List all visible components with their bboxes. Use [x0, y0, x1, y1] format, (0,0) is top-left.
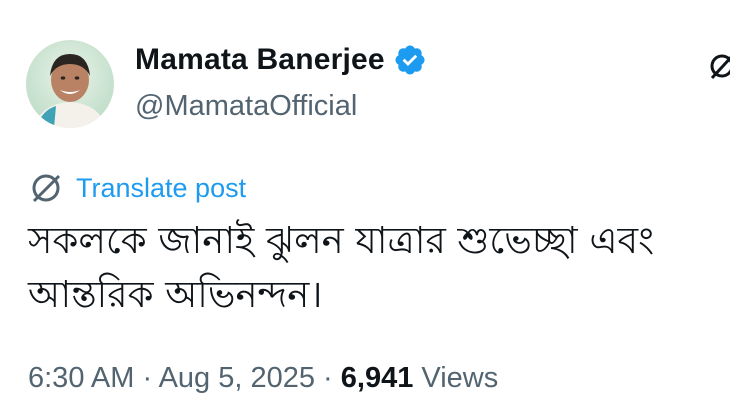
translate-post-label: Translate post — [76, 172, 247, 203]
post-meta: 6:30 AM · Aug 5, 2025 · 6,941 Views — [28, 362, 498, 395]
post-time[interactable]: 6:30 AM — [28, 362, 134, 394]
avatar-image — [26, 40, 114, 128]
verified-badge-icon — [395, 45, 425, 75]
globe-translate-icon — [32, 174, 61, 203]
translate-post-button[interactable]: Translate post — [28, 170, 246, 206]
avatar[interactable] — [26, 40, 114, 128]
post-date[interactable]: Aug 5, 2025 — [159, 362, 315, 394]
post-text: সকলকে জানাই ঝুলন যাত্রার শুভেচ্ছা এবং আন… — [28, 219, 655, 316]
meta-separator: · — [315, 362, 341, 394]
meta-separator: · — [134, 362, 159, 394]
views-count: 6,941 — [340, 362, 414, 394]
author-handle[interactable]: @MamataOfficial — [135, 90, 357, 123]
views-label: Views — [421, 362, 499, 394]
grok-icon[interactable] — [708, 48, 730, 84]
author-name-row[interactable]: Mamata Banerjee — [135, 43, 427, 77]
author-display-name[interactable]: Mamata Banerjee — [135, 43, 385, 77]
